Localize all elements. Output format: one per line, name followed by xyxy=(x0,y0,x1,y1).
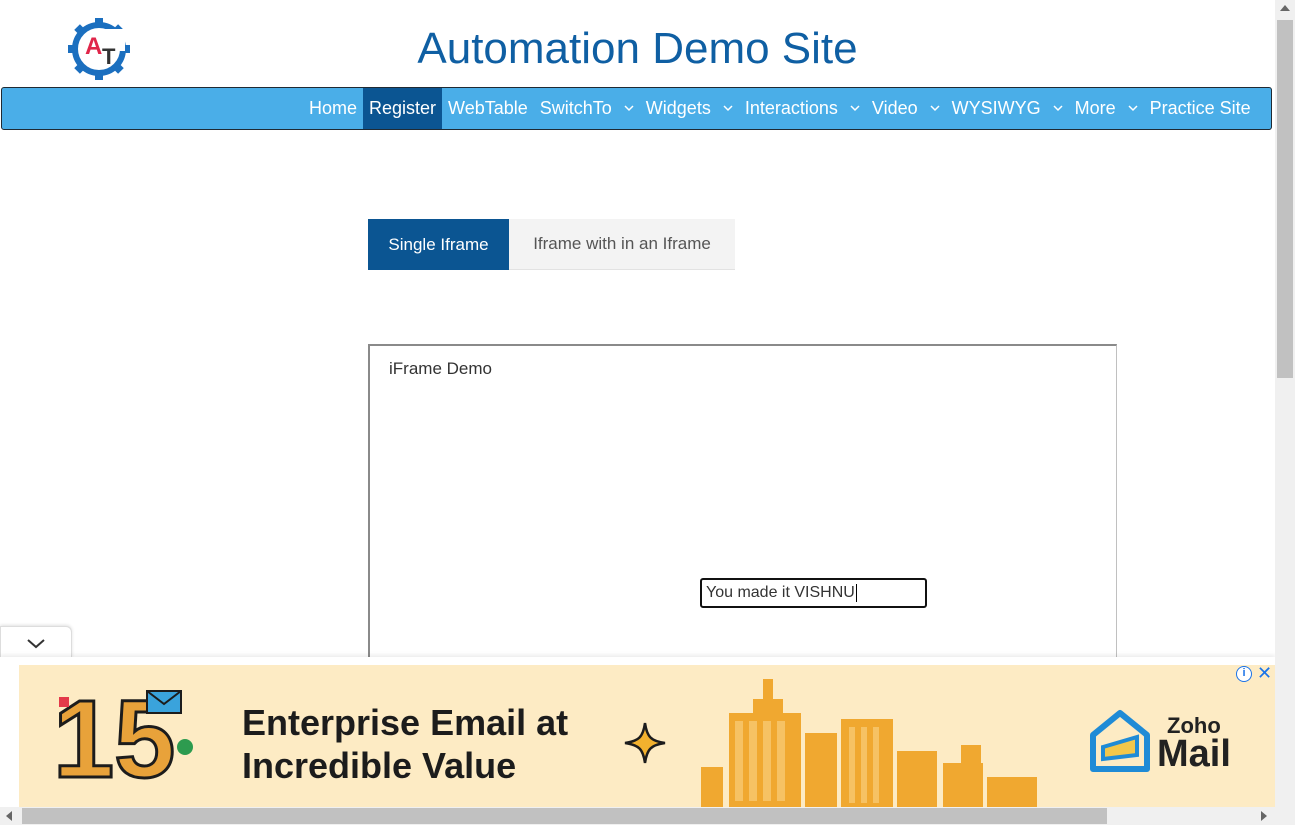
chevron-down-icon xyxy=(723,105,733,112)
ad-close-icon[interactable]: ✕ xyxy=(1257,664,1272,682)
scroll-up-arrow-icon[interactable] xyxy=(1280,5,1290,11)
horizontal-scroll-thumb[interactable] xyxy=(22,808,1107,824)
nav-item-label: Interactions xyxy=(744,98,838,118)
nav-item-label: Practice Site xyxy=(1149,98,1251,118)
zoho-mail-logo-icon xyxy=(1090,710,1150,772)
nav-item-widgets[interactable]: Widgets xyxy=(640,88,739,129)
vertical-scrollbar[interactable] xyxy=(1275,0,1295,807)
nav-item-label: Video xyxy=(871,98,918,118)
nav-item-label: Register xyxy=(369,98,437,118)
nav-item-label: More xyxy=(1074,98,1116,118)
city-skyline-graphic xyxy=(701,679,1037,807)
page-title: Automation Demo Site xyxy=(417,24,858,73)
nav-item-home[interactable]: Home xyxy=(303,88,363,129)
sparkle-icon xyxy=(624,722,666,764)
nav-item-video[interactable]: Video xyxy=(866,88,946,129)
ad-headline-line1: Enterprise Email at xyxy=(242,702,569,743)
horizontal-scrollbar[interactable] xyxy=(0,807,1275,825)
scrollbar-corner xyxy=(1275,807,1295,825)
ad-banner-wrap: 15 Enterprise Email at Incredible Value xyxy=(0,657,1275,807)
nav-item-switchto[interactable]: SwitchTo xyxy=(534,88,640,129)
ad-headline: Enterprise Email at Incredible Value xyxy=(242,701,568,787)
main-navbar: Home Register WebTable SwitchTo Widgets Inter… xyxy=(1,87,1272,130)
chevron-down-icon xyxy=(27,639,45,649)
nav-item-register[interactable]: Register xyxy=(363,88,443,129)
nav-item-practice-site[interactable]: Practice Site xyxy=(1144,88,1257,129)
nav-item-label: WebTable xyxy=(448,98,528,118)
tab-single-iframe[interactable]: Single Iframe xyxy=(368,219,509,270)
chevron-down-icon xyxy=(1053,105,1063,112)
iframe-input-value: You made it VISHNU xyxy=(706,584,855,602)
nav-item-wysiwyg[interactable]: WYSIWYG xyxy=(946,88,1069,129)
chevron-down-icon xyxy=(850,105,860,112)
nav-item-webtable[interactable]: WebTable xyxy=(442,88,534,129)
vertical-scroll-thumb[interactable] xyxy=(1277,20,1293,378)
scroll-right-arrow-icon[interactable] xyxy=(1261,811,1267,821)
nav-item-label: SwitchTo xyxy=(539,98,612,118)
chevron-down-icon xyxy=(624,105,634,112)
nav-item-more[interactable]: More xyxy=(1069,88,1144,129)
ad-brand-mail: Mail xyxy=(1157,733,1231,775)
nav-item-interactions[interactable]: Interactions xyxy=(739,88,866,129)
nav-item-label: Home xyxy=(309,98,358,118)
ad-banner[interactable]: 15 Enterprise Email at Incredible Value xyxy=(19,665,1275,807)
iframe-tabs: Single Iframe Iframe with in an Iframe xyxy=(368,219,735,270)
iframe-heading: iFrame Demo xyxy=(389,359,492,378)
ad-info-icon[interactable]: i xyxy=(1236,666,1252,682)
ad-collapse-button[interactable] xyxy=(0,626,72,658)
page-viewport: A T Automation Demo Site Home Register Web… xyxy=(0,0,1275,807)
scroll-left-arrow-icon[interactable] xyxy=(6,811,12,821)
iframe-container: iFrame Demo You made it VISHNU xyxy=(368,344,1117,674)
chevron-down-icon xyxy=(930,105,940,112)
ad-headline-line2: Incredible Value xyxy=(242,745,517,786)
iframe-text-input[interactable]: You made it VISHNU xyxy=(700,578,927,608)
nav-menu: Home Register WebTable SwitchTo Widgets Inter… xyxy=(303,88,1257,129)
tab-nested-iframe[interactable]: Iframe with in an Iframe xyxy=(509,219,735,270)
chevron-down-icon xyxy=(1128,105,1138,112)
text-cursor xyxy=(855,584,857,602)
nav-item-label: Widgets xyxy=(645,98,711,118)
nav-item-label: WYSIWYG xyxy=(951,98,1041,118)
ad-fifteen-graphic: 15 xyxy=(53,689,193,785)
